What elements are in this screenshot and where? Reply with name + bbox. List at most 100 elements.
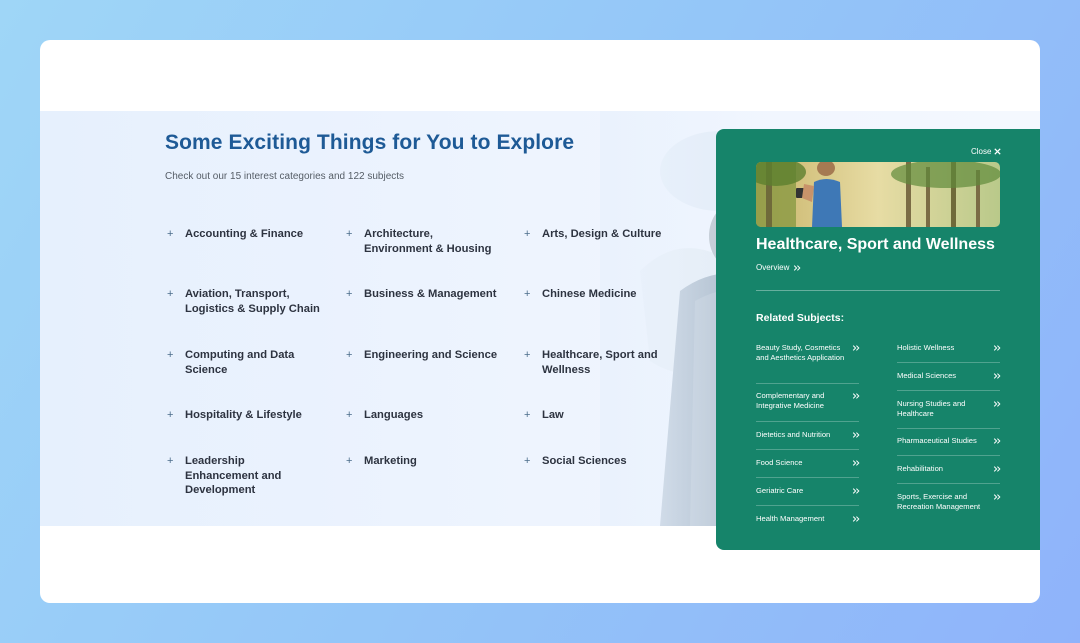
double-chevron-right-icon: [993, 466, 1001, 472]
category-label: Computing and Data Science: [185, 349, 295, 376]
double-chevron-right-icon: [993, 345, 1001, 351]
subject-label: Rehabilitation: [897, 464, 944, 473]
subject-label: Pharmaceutical Studies: [897, 436, 977, 445]
category-label: Chinese Medicine: [542, 288, 637, 300]
subject-label: Holistic Wellness: [897, 343, 955, 352]
plus-icon: +: [346, 288, 353, 300]
subject-link[interactable]: Sports, Exercise and Recreation Manageme…: [897, 492, 1001, 513]
subject-divider: [756, 449, 859, 450]
explore-title: Some Exciting Things for You to Explore: [165, 131, 575, 154]
subject-divider: [756, 505, 859, 506]
double-chevron-right-icon: [852, 460, 860, 466]
double-chevron-right-icon: [852, 488, 860, 494]
double-chevron-right-icon: [794, 264, 801, 271]
subject-link[interactable]: Health Management: [756, 514, 860, 524]
subject-divider: [756, 421, 859, 422]
subject-link[interactable]: Rehabilitation: [897, 464, 1001, 474]
subject-divider: [897, 428, 1000, 429]
panel-divider: [756, 290, 1000, 291]
double-chevron-right-icon: [993, 438, 1001, 444]
subject-label: Complementary and Integrative Medicine: [756, 391, 825, 411]
subject-label: Nursing Studies and Healthcare: [897, 399, 966, 419]
plus-icon: +: [524, 455, 531, 467]
subject-link[interactable]: Dietetics and Nutrition: [756, 430, 860, 440]
plus-icon: +: [524, 409, 531, 421]
subject-link[interactable]: Food Science: [756, 458, 860, 468]
category-label: Hospitality & Lifestyle: [185, 409, 302, 421]
category-label: Architecture, Environment & Housing: [364, 228, 492, 255]
category-item[interactable]: + Languages: [344, 408, 504, 423]
plus-icon: +: [346, 349, 353, 361]
plus-icon: +: [346, 228, 353, 240]
plus-icon: +: [524, 228, 531, 240]
category-label: Aviation, Transport, Logistics & Supply …: [185, 288, 320, 315]
subject-link[interactable]: Holistic Wellness: [897, 343, 1001, 353]
category-item[interactable]: + Healthcare, Sport and Wellness: [522, 348, 682, 377]
double-chevron-right-icon: [852, 393, 860, 399]
subject-divider: [897, 362, 1000, 363]
category-item[interactable]: + Social Sciences: [522, 454, 682, 469]
category-item[interactable]: + Law: [522, 408, 682, 423]
overview-label: Overview: [756, 263, 790, 272]
double-chevron-right-icon: [993, 494, 1001, 500]
category-label: Arts, Design & Culture: [542, 228, 662, 240]
related-subjects-heading: Related Subjects:: [756, 312, 845, 324]
subject-label: Beauty Study, Cosmetics and Aesthetics A…: [756, 343, 845, 363]
subject-divider: [897, 483, 1000, 484]
subject-label: Health Management: [756, 514, 825, 523]
double-chevron-right-icon: [993, 401, 1001, 407]
subject-divider: [897, 455, 1000, 456]
subject-link[interactable]: Geriatric Care: [756, 486, 860, 496]
hero-runner-image: [756, 162, 1000, 227]
subject-detail-panel: Close Healthcare, Sport and Wellness Ove…: [716, 129, 1040, 550]
explore-subtitle: Check out our 15 interest categories and…: [165, 171, 405, 182]
category-item[interactable]: + Aviation, Transport, Logistics & Suppl…: [165, 287, 325, 316]
subject-label: Geriatric Care: [756, 486, 804, 495]
category-label: Business & Management: [364, 288, 497, 300]
overview-link[interactable]: Overview: [756, 263, 801, 272]
subject-label: Medical Sciences: [897, 371, 957, 380]
category-label: Languages: [364, 409, 424, 421]
category-item[interactable]: + Marketing: [344, 454, 504, 469]
plus-icon: +: [346, 455, 353, 467]
subject-divider: [897, 390, 1000, 391]
category-item[interactable]: + Business & Management: [344, 287, 504, 302]
close-button[interactable]: Close: [971, 147, 1002, 156]
category-label: Engineering and Science: [364, 349, 498, 361]
close-icon: [994, 148, 1002, 155]
subject-link[interactable]: Beauty Study, Cosmetics and Aesthetics A…: [756, 343, 860, 364]
plus-icon: +: [346, 409, 353, 421]
category-item[interactable]: + Architecture, Environment & Housing: [344, 227, 504, 256]
category-item[interactable]: + Computing and Data Science: [165, 348, 325, 377]
category-item[interactable]: + Leadership Enhancement and Development: [165, 454, 295, 498]
subject-link[interactable]: Pharmaceutical Studies: [897, 436, 1001, 446]
subject-label: Sports, Exercise and Recreation Manageme…: [897, 492, 981, 512]
double-chevron-right-icon: [993, 373, 1001, 379]
subject-divider: [756, 383, 859, 384]
panel-title: Healthcare, Sport and Wellness: [756, 236, 995, 253]
subject-label: Dietetics and Nutrition: [756, 430, 831, 439]
close-label: Close: [971, 147, 992, 156]
double-chevron-right-icon: [852, 345, 860, 351]
category-item[interactable]: + Chinese Medicine: [522, 287, 682, 302]
subject-link[interactable]: Nursing Studies and Healthcare: [897, 399, 1001, 420]
plus-icon: +: [524, 288, 531, 300]
category-label: Leadership Enhancement and Development: [185, 455, 282, 496]
subject-link[interactable]: Medical Sciences: [897, 371, 1001, 381]
category-label: Law: [542, 409, 564, 421]
plus-icon: +: [524, 349, 531, 361]
double-chevron-right-icon: [852, 516, 860, 522]
category-item[interactable]: + Hospitality & Lifestyle: [165, 408, 335, 423]
category-item[interactable]: + Engineering and Science: [344, 348, 504, 363]
category-label: Healthcare, Sport and Wellness: [542, 349, 658, 376]
plus-icon: +: [167, 409, 174, 421]
category-item[interactable]: + Accounting & Finance: [165, 227, 325, 242]
subject-label: Food Science: [756, 458, 803, 467]
double-chevron-right-icon: [852, 432, 860, 438]
plus-icon: +: [167, 349, 174, 361]
subject-divider: [756, 477, 859, 478]
plus-icon: +: [167, 288, 174, 300]
category-item[interactable]: + Arts, Design & Culture: [522, 227, 682, 242]
category-label: Social Sciences: [542, 455, 627, 467]
subject-link[interactable]: Complementary and Integrative Medicine: [756, 391, 860, 412]
